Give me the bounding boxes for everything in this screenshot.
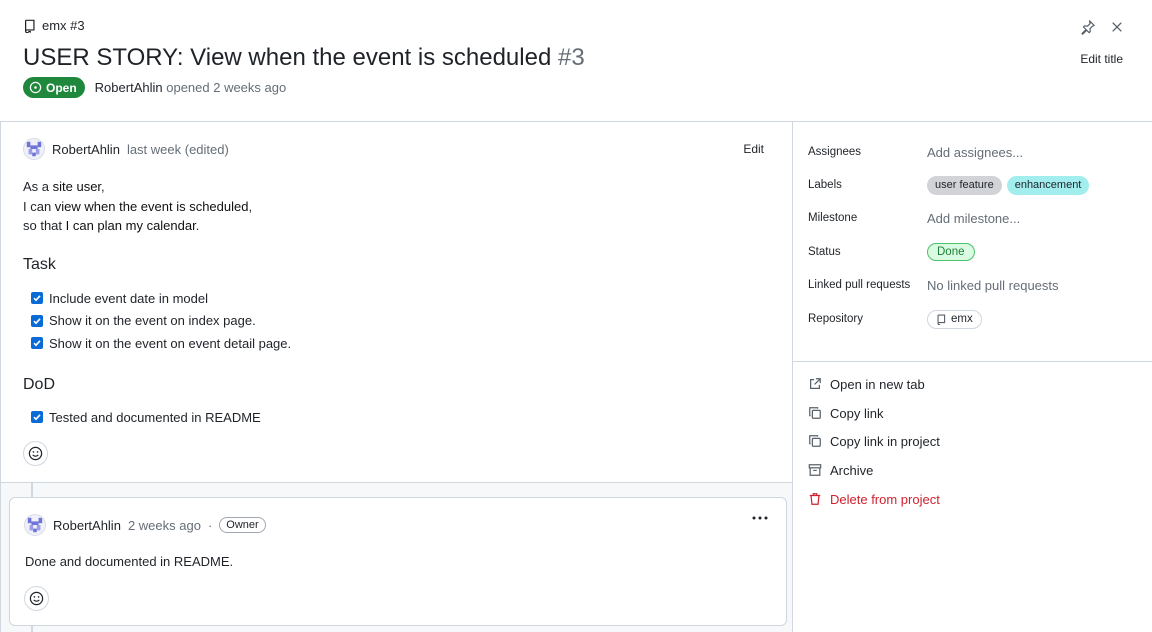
- issue-opened-icon: [29, 81, 42, 94]
- edit-title-button[interactable]: Edit title: [1080, 52, 1123, 66]
- copy-link-in-project-button[interactable]: Copy link in project: [808, 431, 940, 451]
- comment-body: Done and documented in README.: [25, 554, 234, 569]
- task-label: Show it on the event on index page.: [49, 313, 256, 329]
- copy-link-label: Copy link: [830, 405, 884, 421]
- task-checkbox[interactable]: [31, 411, 43, 424]
- issue-main-column: RobertAhlin last week (edited) Edit As a…: [0, 122, 793, 632]
- copy-link-in-project-label: Copy link in project: [830, 433, 940, 449]
- repository-pill[interactable]: emx: [927, 309, 982, 329]
- add-reaction-button[interactable]: [23, 441, 48, 466]
- open-in-new-tab-button[interactable]: Open in new tab: [808, 374, 925, 394]
- issue-number: #3: [557, 44, 585, 71]
- issue-body: RobertAhlin last week (edited) Edit As a…: [0, 122, 792, 482]
- label-enhancement[interactable]: enhancement: [1006, 175, 1090, 195]
- issue-author-link[interactable]: RobertAhlin: [95, 80, 163, 95]
- task-checkbox[interactable]: [31, 337, 43, 350]
- separator-dot: ·: [207, 517, 213, 533]
- comment-author[interactable]: RobertAhlin: [53, 518, 121, 533]
- edit-button[interactable]: Edit: [743, 142, 764, 156]
- archive-label: Archive: [830, 462, 874, 478]
- delete-from-project-button[interactable]: Delete from project: [808, 489, 940, 509]
- pin-icon: [1080, 19, 1096, 35]
- dod-heading: DoD: [23, 376, 56, 393]
- smiley-icon: [28, 446, 43, 461]
- link-external-icon: [808, 377, 822, 391]
- task-item: Include event date in model: [31, 287, 291, 310]
- repository-value[interactable]: emx: [927, 309, 982, 329]
- avatar[interactable]: [23, 138, 45, 160]
- issue-title-text: USER STORY: View when the event is sched…: [23, 44, 552, 71]
- add-assignees-button[interactable]: Add assignees...: [927, 145, 1023, 160]
- comment-header: RobertAhlin 2 weeks ago · Owner: [24, 514, 266, 536]
- repo-icon: [936, 313, 947, 325]
- user-story-text: As a site user, I can view when the even…: [23, 179, 253, 233]
- issue-meta: Open RobertAhlin opened 2 weeks ago: [23, 77, 286, 98]
- status-field: Status Done: [808, 240, 1148, 264]
- copy-link-button[interactable]: Copy link: [808, 403, 883, 423]
- repo-reference[interactable]: emx #3: [23, 18, 85, 33]
- status-badge-label: Open: [46, 80, 77, 95]
- timeline: RobertAhlin 2 weeks ago · Owner Done and…: [0, 482, 792, 632]
- issue-header: emx #3 USER STORY: View when the event i…: [0, 0, 1152, 122]
- issue-opened-text: opened 2 weeks ago: [166, 80, 287, 95]
- labels-field: Labels user feature enhancement: [808, 173, 1148, 197]
- archive-button[interactable]: Archive: [808, 460, 873, 480]
- add-milestone-button[interactable]: Add milestone...: [927, 211, 1020, 226]
- status-value[interactable]: Done: [927, 243, 975, 261]
- linked-pull-requests-label: Linked pull requests: [808, 279, 911, 291]
- add-reaction-button[interactable]: [24, 586, 49, 611]
- assignees-field: Assignees Add assignees...: [808, 140, 1148, 164]
- repository-name: emx: [951, 313, 973, 325]
- linked-pull-requests-value: No linked pull requests: [927, 277, 1059, 293]
- comment-timestamp[interactable]: last week (edited): [127, 142, 229, 157]
- comment-card: RobertAhlin 2 weeks ago · Owner Done and…: [9, 497, 787, 626]
- task-list: Include event date in model Show it on t…: [31, 287, 291, 355]
- archive-icon: [808, 463, 822, 477]
- task-item: Show it on the event on event detail pag…: [31, 332, 291, 355]
- task-label: Tested and documented in README: [49, 409, 261, 425]
- pin-button[interactable]: [1078, 17, 1098, 37]
- repo-icon: [23, 19, 37, 33]
- close-button[interactable]: [1107, 17, 1127, 37]
- task-heading: Task: [23, 256, 56, 273]
- milestone-field: Milestone Add milestone...: [808, 206, 1148, 230]
- smiley-icon: [29, 591, 44, 606]
- delete-from-project-label: Delete from project: [830, 491, 940, 507]
- repository-field: Repository emx: [808, 307, 1148, 331]
- open-in-new-tab-label: Open in new tab: [830, 376, 925, 392]
- task-label: Include event date in model: [49, 290, 208, 306]
- linked-pull-requests-field: Linked pull requests No linked pull requ…: [808, 273, 1148, 297]
- milestone-label: Milestone: [808, 212, 858, 224]
- issue-body-header: RobertAhlin last week (edited): [23, 138, 229, 160]
- status-badge: Open: [23, 77, 85, 98]
- comment-timestamp[interactable]: 2 weeks ago: [128, 518, 201, 533]
- comment-author[interactable]: RobertAhlin: [52, 142, 120, 157]
- owner-badge: Owner: [219, 517, 266, 533]
- sidebar-divider: [793, 361, 1152, 362]
- label-user-feature[interactable]: user feature: [927, 175, 1002, 195]
- task-item: Tested and documented in README: [31, 406, 261, 429]
- status-label: Status: [808, 246, 841, 258]
- trash-icon: [808, 492, 822, 506]
- copy-icon: [808, 406, 822, 420]
- issue-sidebar: Assignees Add assignees... Labels user f…: [793, 122, 1152, 632]
- task-checkbox[interactable]: [31, 292, 43, 305]
- status-badge[interactable]: Done: [927, 243, 975, 261]
- page-title: USER STORY: View when the event is sched…: [23, 44, 585, 72]
- labels-value[interactable]: user feature enhancement: [927, 175, 1090, 195]
- comment-menu-button[interactable]: [752, 515, 768, 521]
- assignees-label: Assignees: [808, 146, 862, 158]
- task-label: Show it on the event on event detail pag…: [49, 335, 292, 351]
- avatar[interactable]: [24, 514, 46, 536]
- labels-label: Labels: [808, 179, 842, 191]
- repo-reference-text: emx #3: [42, 18, 85, 33]
- dod-list: Tested and documented in README: [31, 406, 261, 429]
- copy-icon: [808, 434, 822, 448]
- kebab-horizontal-icon: [752, 515, 768, 521]
- repository-label: Repository: [808, 313, 863, 325]
- task-checkbox[interactable]: [31, 314, 43, 327]
- close-icon: [1110, 20, 1124, 34]
- task-item: Show it on the event on index page.: [31, 310, 291, 333]
